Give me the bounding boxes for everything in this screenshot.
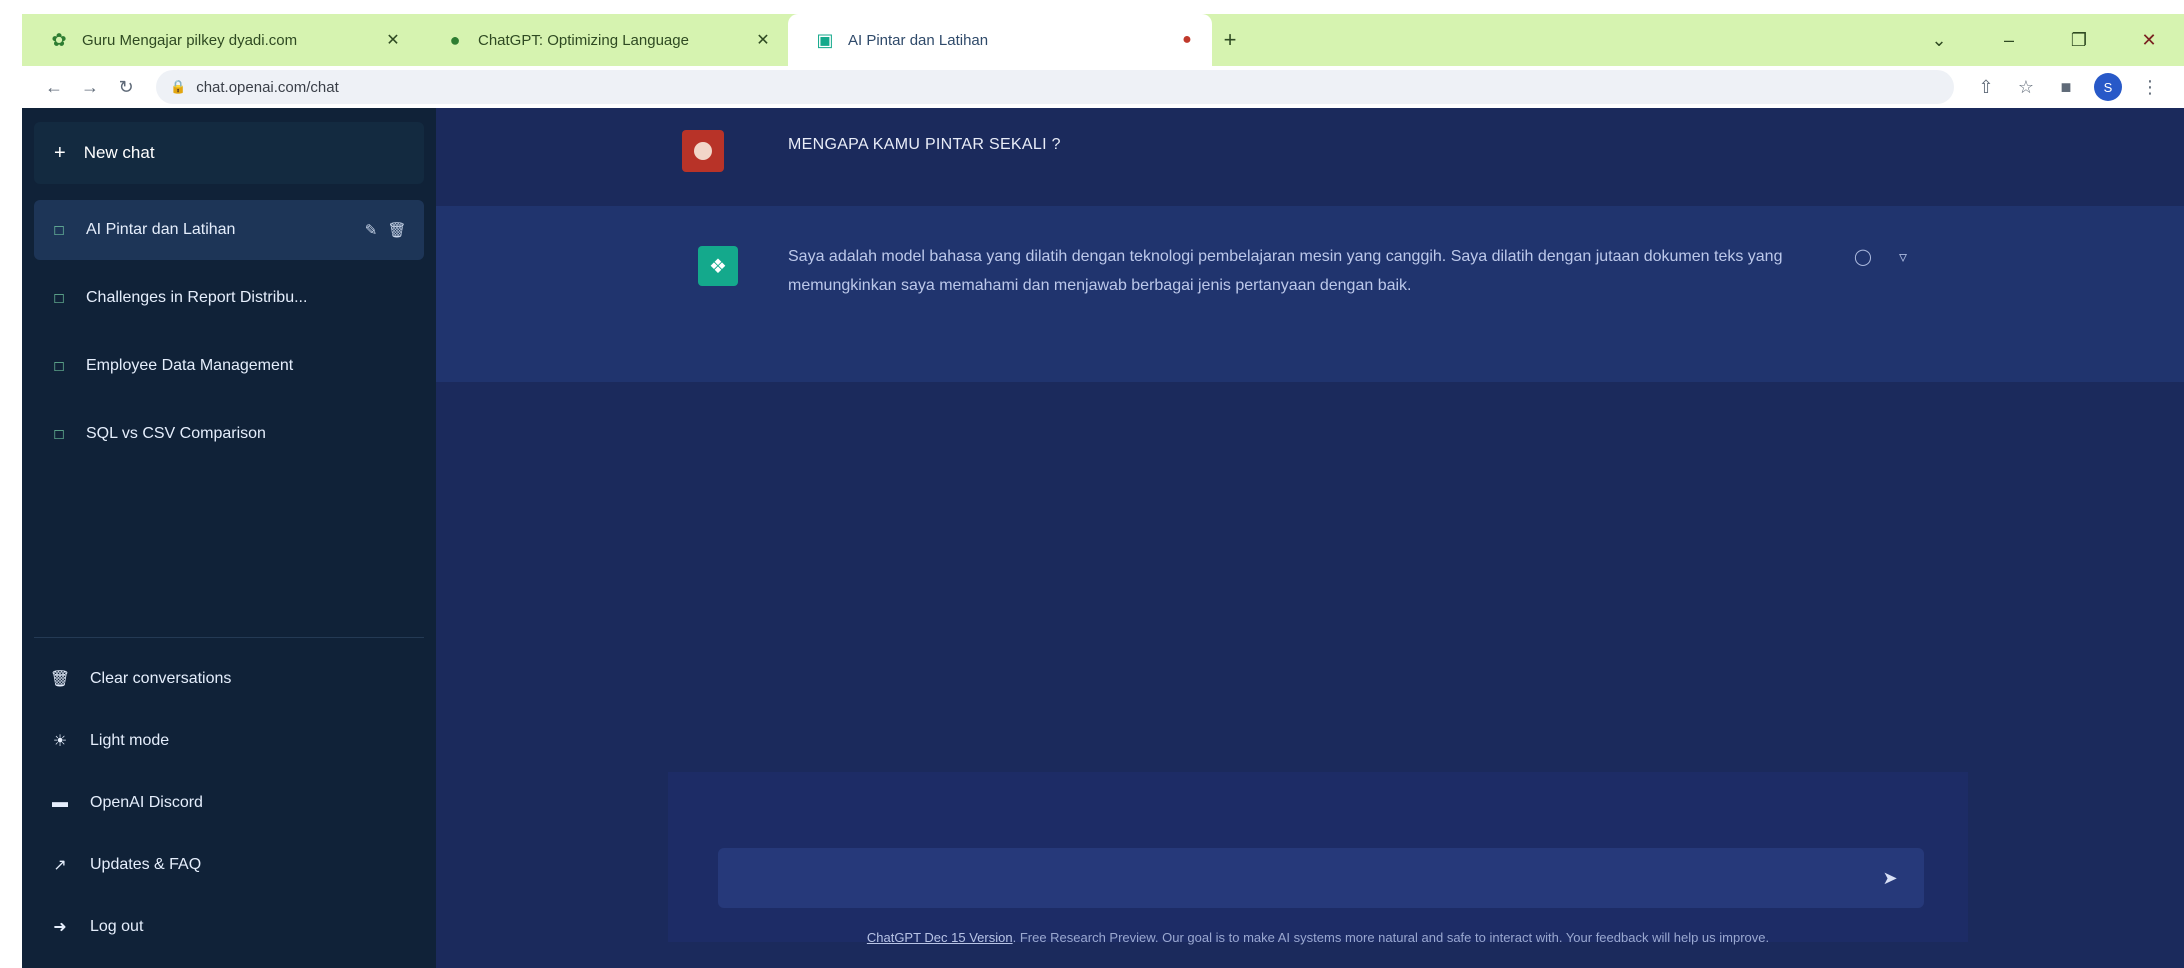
profile-avatar[interactable]: S (2094, 73, 2122, 101)
assistant-message-text: Saya adalah model bahasa yang dilatih de… (788, 248, 1783, 294)
close-window-button[interactable]: ✕ (2114, 14, 2184, 66)
conversation-label: SQL vs CSV Comparison (86, 425, 266, 442)
address-bar[interactable]: 🔒 chat.openai.com/chat (156, 70, 1954, 104)
updates-faq-link[interactable]: ↗ Updates & FAQ (34, 834, 424, 896)
browser-tab-title: Guru Mengajar pilkey dyadi.com (82, 31, 298, 49)
close-tab-icon[interactable]: ✕ (752, 30, 774, 50)
chat-main: MENGAPA KAMU PINTAR SEKALI ? ❖ Saya adal… (436, 108, 2184, 968)
thumbs-down-icon[interactable]: ▿ (1890, 244, 1916, 270)
clear-conversations-button[interactable]: 🗑 Clear conversations (34, 648, 424, 710)
browser-tab[interactable]: ● ChatGPT: Optimizing Language ✕ (418, 14, 788, 66)
browser-tab-strip: ✿ Guru Mengajar pilkey dyadi.com ✕ ● Cha… (22, 14, 2184, 66)
menu-label: Clear conversations (90, 670, 232, 687)
minimize-button[interactable]: – (1974, 14, 2044, 66)
light-mode-button[interactable]: ☀ Light mode (34, 710, 424, 772)
chat-bubble-icon: □ (54, 221, 64, 239)
assistant-message-row: ❖ Saya adalah model bahasa yang dilatih … (436, 206, 2184, 382)
menu-label: OpenAI Discord (90, 794, 203, 811)
conversation-item[interactable]: □ SQL vs CSV Comparison (34, 404, 424, 464)
trash-icon[interactable]: 🗑 (384, 221, 410, 239)
chat-app-icon: ▣ (816, 29, 834, 50)
lock-icon: 🔒 (170, 79, 187, 94)
discord-link[interactable]: ▬ OpenAI Discord (34, 772, 424, 834)
menu-dots-icon[interactable]: ⋮ (2130, 69, 2170, 105)
conversation-item[interactable]: □ Challenges in Report Distribu... (34, 268, 424, 328)
chat-bubble-icon: □ (54, 357, 64, 375)
disclaimer-footer: ChatGPT Dec 15 Version. Free Research Pr… (668, 930, 1968, 956)
message-input[interactable] (736, 869, 1874, 887)
composer-area: ➤ (668, 772, 1968, 942)
menu-label: Log out (90, 918, 144, 935)
send-icon[interactable]: ➤ (1874, 862, 1906, 894)
conversation-label: AI Pintar dan Latihan (86, 221, 236, 238)
edit-icon[interactable]: ✎ (358, 221, 384, 239)
plus-icon: + (54, 141, 66, 164)
back-arrow-icon[interactable]: ← (36, 69, 72, 105)
chat-app: + New chat □ AI Pintar dan Latihan ✎ 🗑 □… (22, 108, 2184, 968)
address-bar-row: ← → ↻ 🔒 chat.openai.com/chat ⇧ ☆ ■ S ⋮ (22, 66, 2184, 108)
maximize-button[interactable]: ❐ (2044, 14, 2114, 66)
sun-icon: ☀ (52, 733, 68, 750)
version-link[interactable]: ChatGPT Dec 15 Version (867, 930, 1013, 945)
conversation-item[interactable]: □ Employee Data Management (34, 336, 424, 396)
message-composer: ➤ (718, 848, 1924, 908)
disclaimer-text: . Free Research Preview. Our goal is to … (1012, 930, 1770, 945)
conversation-label: Employee Data Management (86, 357, 294, 374)
close-tab-icon[interactable]: ● (1176, 31, 1198, 49)
logout-icon: ➜ (53, 919, 67, 936)
address-text: chat.openai.com/chat (196, 78, 339, 96)
openai-icon: ● (449, 29, 461, 50)
sidebar-bottom-menu: 🗑 Clear conversations ☀ Light mode ▬ Ope… (34, 637, 424, 958)
star-icon[interactable]: ☆ (2006, 69, 2046, 105)
chat-bubble-icon: □ (54, 289, 64, 307)
tab-search-icon[interactable]: ⌄ (1904, 14, 1974, 66)
twitter-bird-icon: ✿ (51, 29, 67, 50)
browser-tab[interactable]: ✿ Guru Mengajar pilkey dyadi.com ✕ (22, 14, 418, 66)
browser-tab-title: AI Pintar dan Latihan (848, 31, 989, 49)
user-message-text: MENGAPA KAMU PINTAR SEKALI ? (788, 136, 1061, 153)
openai-logo-icon: ❖ (698, 246, 738, 286)
menu-label: Updates & FAQ (90, 856, 202, 873)
external-link-icon: ↗ (53, 857, 67, 874)
browser-tab-active[interactable]: ▣ AI Pintar dan Latihan ● (788, 14, 1212, 66)
forward-arrow-icon[interactable]: → (72, 69, 108, 105)
logout-button[interactable]: ➜ Log out (34, 896, 424, 958)
browser-tab-title: ChatGPT: Optimizing Language (478, 31, 689, 49)
trash-icon: 🗑 (49, 671, 71, 688)
close-tab-icon[interactable]: ✕ (382, 30, 404, 50)
conversation-item[interactable]: □ AI Pintar dan Latihan ✎ 🗑 (34, 200, 424, 260)
thumbs-up-icon[interactable]: ◯ (1850, 244, 1876, 270)
user-message-row: MENGAPA KAMU PINTAR SEKALI ? (436, 108, 2184, 206)
discord-icon: ▬ (52, 794, 68, 811)
menu-label: Light mode (90, 732, 170, 749)
reload-icon[interactable]: ↻ (108, 69, 144, 105)
chat-bubble-icon: □ (54, 425, 64, 443)
sidebar: + New chat □ AI Pintar dan Latihan ✎ 🗑 □… (22, 108, 436, 968)
new-chat-label: New chat (83, 143, 155, 162)
new-chat-button[interactable]: + New chat (34, 122, 424, 184)
new-tab-button[interactable]: + (1212, 22, 1248, 58)
share-icon[interactable]: ⇧ (1966, 69, 2006, 105)
user-avatar (682, 130, 724, 172)
conversation-label: Challenges in Report Distribu... (86, 289, 308, 306)
sidebar-panel-icon[interactable]: ■ (2046, 69, 2086, 105)
window-controls: ⌄ – ❐ ✕ (1904, 14, 2184, 66)
